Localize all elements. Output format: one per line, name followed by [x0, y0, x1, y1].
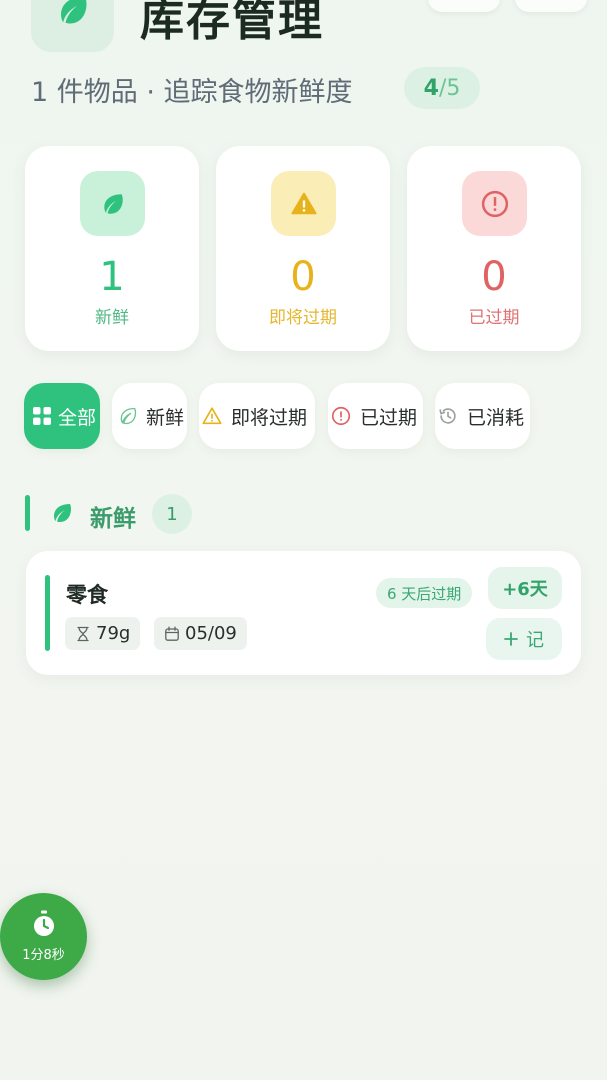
- header-menu-button[interactable]: [515, 0, 587, 12]
- filter-chip-all[interactable]: 全部: [24, 383, 100, 449]
- app-logo: [31, 0, 114, 52]
- filter-chip-label: 已过期: [360, 406, 418, 429]
- progress-total: 5: [446, 75, 461, 101]
- filter-chip-label: 新鲜: [146, 406, 185, 429]
- history-icon: [439, 408, 456, 424]
- stat-label: 即将过期: [269, 308, 337, 328]
- stat-value: 1: [99, 254, 125, 300]
- section-icon: [50, 501, 74, 529]
- stat-icon-box: [80, 171, 145, 236]
- stat-icon-box: [271, 171, 336, 236]
- log-consumption-button[interactable]: 记: [486, 618, 562, 660]
- page-subtitle: 1 件物品 · 追踪食物新鲜度: [31, 77, 353, 108]
- progress-separator: /: [438, 75, 447, 101]
- stat-card-expired[interactable]: 0 已过期: [407, 146, 581, 351]
- header-action-button[interactable]: [428, 0, 500, 12]
- timer-label: 1分8秒: [22, 948, 65, 963]
- extend-days-button[interactable]: +6天: [488, 567, 562, 609]
- item-date: 05/09: [185, 623, 237, 644]
- stat-label: 已过期: [468, 308, 520, 328]
- section-title: 新鲜: [90, 506, 136, 532]
- leaf-icon: [54, 504, 71, 522]
- item-date-tag: 05/09: [154, 617, 247, 650]
- alert-circle-icon: [481, 190, 508, 217]
- item-weight: 79g: [96, 623, 131, 644]
- item-name: 零食: [66, 583, 108, 607]
- filter-chip-label: 已消耗: [467, 406, 525, 429]
- leaf-icon: [103, 193, 123, 214]
- filter-chip-label: 即将过期: [231, 406, 308, 429]
- stat-card-fresh[interactable]: 1 新鲜: [25, 146, 199, 351]
- stat-label: 新鲜: [95, 308, 129, 328]
- section-accent-bar: [25, 495, 30, 531]
- item-status-stripe: [45, 575, 50, 651]
- stat-value: 0: [481, 254, 507, 300]
- warning-outline-icon: [202, 407, 222, 425]
- inventory-item-card[interactable]: 零食 79g 05/09 6 天后过期 +6天 记: [26, 551, 581, 675]
- alert-circle-outline-icon: [331, 406, 351, 426]
- progress-badge: 4/5: [404, 67, 480, 109]
- filter-chip-consumed[interactable]: 已消耗: [435, 383, 530, 449]
- leaf-icon: [60, 0, 86, 24]
- stat-card-expiring[interactable]: 0 即将过期: [216, 146, 390, 351]
- warning-icon: [290, 192, 317, 214]
- timer-floating-button[interactable]: 1分8秒: [0, 893, 87, 980]
- item-weight-tag: 79g: [65, 617, 141, 650]
- leaf-outline-icon: [120, 407, 137, 425]
- calendar-icon: [165, 626, 179, 641]
- filter-chip-expiring[interactable]: 即将过期: [199, 383, 315, 449]
- stopwatch-icon: [33, 910, 54, 936]
- grid-icon: [33, 407, 51, 425]
- progress-current: 4: [423, 75, 439, 101]
- section-count-badge: 1: [152, 494, 192, 534]
- filter-chip-label: 全部: [58, 406, 97, 429]
- filter-chip-expired[interactable]: 已过期: [328, 383, 423, 449]
- plus-icon: [504, 632, 518, 646]
- stat-icon-box: [462, 171, 527, 236]
- filter-chip-fresh[interactable]: 新鲜: [112, 383, 187, 449]
- page-title: 库存管理: [140, 0, 324, 46]
- stat-value: 0: [290, 254, 316, 300]
- hourglass-icon: [77, 626, 89, 641]
- item-expiry-badge: 6 天后过期: [376, 578, 473, 608]
- log-button-label: 记: [526, 630, 544, 651]
